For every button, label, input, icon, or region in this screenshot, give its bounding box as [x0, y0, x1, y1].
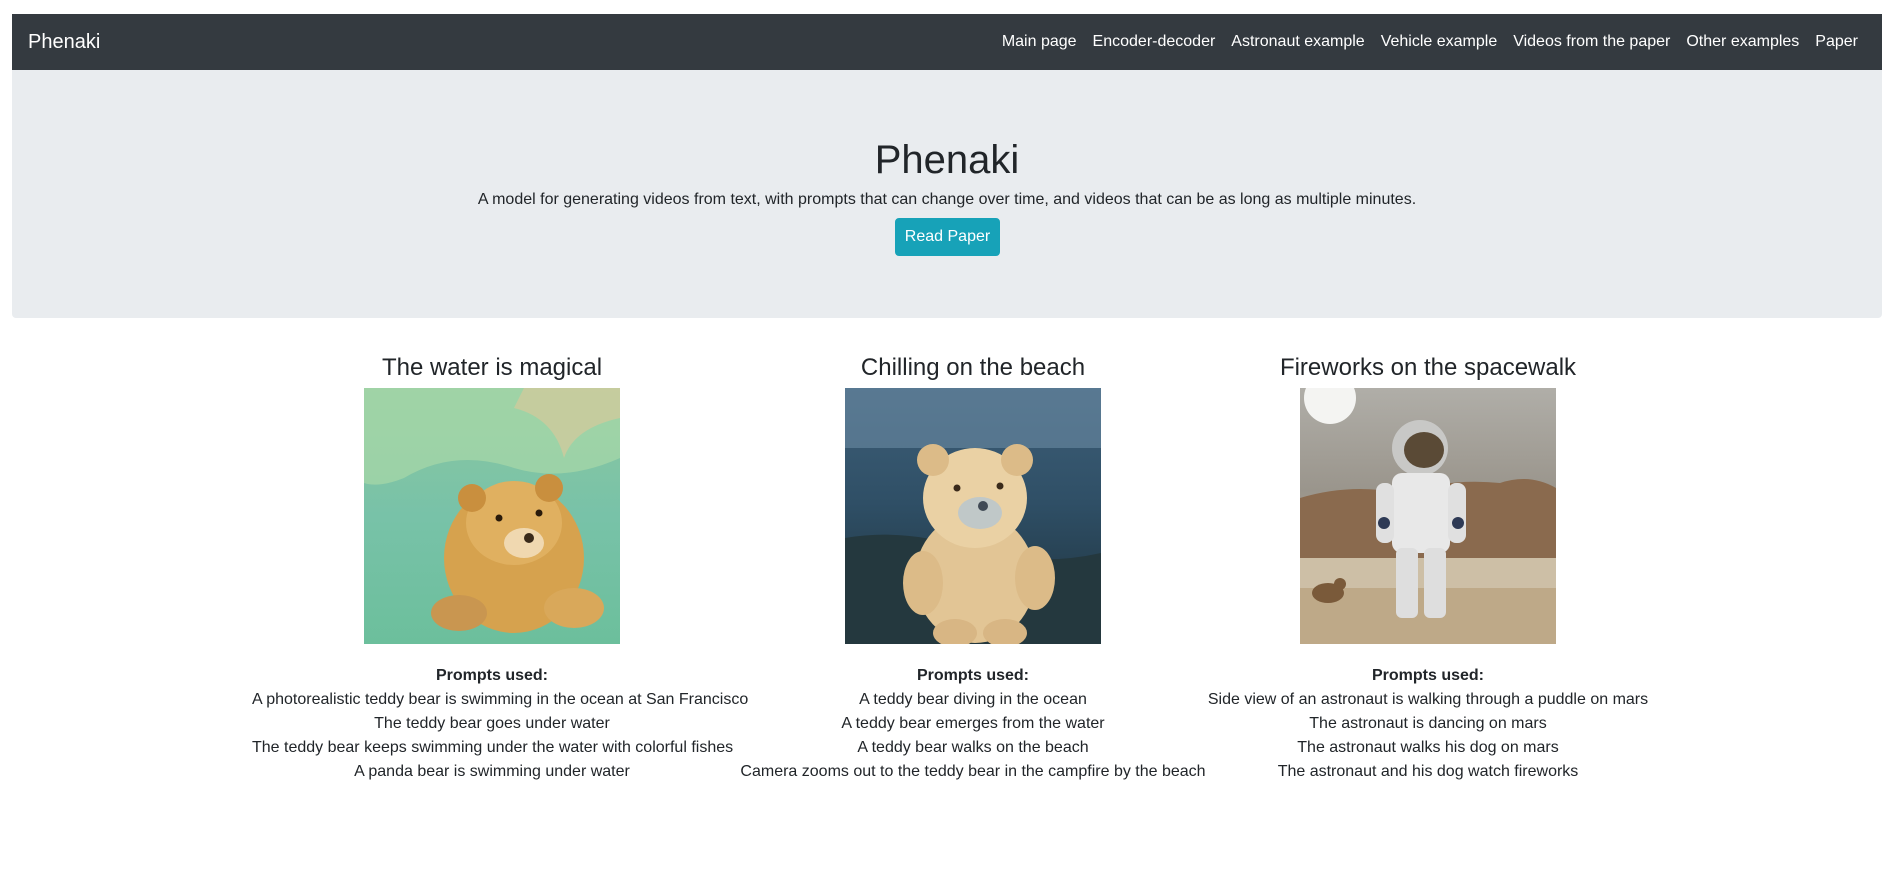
- prompt-line: The teddy bear keeps swimming under the …: [252, 739, 734, 756]
- nav-link-paper[interactable]: Paper: [1807, 33, 1866, 51]
- prompts-list: Prompts used: Side view of an astronaut …: [1188, 664, 1668, 784]
- nav-link-videos-from-paper[interactable]: Videos from the paper: [1505, 33, 1678, 51]
- video-teddy-bear-beach[interactable]: [845, 388, 1101, 644]
- video-card-water: The water is magical Prompts used: A pho…: [252, 352, 749, 784]
- hero-jumbotron: Phenaki A model for generating videos fr…: [12, 70, 1882, 318]
- brand-link[interactable]: Phenaki: [28, 31, 100, 54]
- page-title: Phenaki: [874, 138, 1020, 182]
- prompts-list: Prompts used: A photorealistic teddy bea…: [252, 664, 749, 784]
- prompts-label: Prompts used:: [1371, 667, 1484, 684]
- teddy-bear-beach-image: [845, 388, 1101, 644]
- video-teddy-bear-underwater[interactable]: [364, 388, 620, 644]
- read-paper-button[interactable]: Read Paper: [895, 218, 1000, 256]
- prompt-line: The astronaut and his dog watch firework…: [1277, 763, 1579, 780]
- nav-links: Main page Encoder-decoder Astronaut exam…: [994, 33, 1866, 51]
- prompts-label: Prompts used:: [916, 667, 1029, 684]
- prompt-line: A teddy bear diving in the ocean: [859, 691, 1087, 708]
- prompt-line: A teddy bear emerges from the water: [841, 715, 1105, 732]
- card-title: Fireworks on the spacewalk: [1279, 354, 1577, 381]
- video-astronaut-mars[interactable]: [1300, 388, 1556, 644]
- prompts-list: Prompts used: A teddy bear diving in the…: [733, 664, 1213, 784]
- nav-link-other-examples[interactable]: Other examples: [1678, 33, 1807, 51]
- prompt-line: Side view of an astronaut is walking thr…: [1207, 691, 1649, 708]
- video-card-spacewalk: Fireworks on the spacewalk Prompts used:…: [1188, 352, 1668, 784]
- nav-link-astronaut-example[interactable]: Astronaut example: [1223, 33, 1372, 51]
- video-card-beach: Chilling on the beach Prompts used: A te…: [733, 352, 1213, 784]
- prompt-line: The astronaut is dancing on mars: [1309, 715, 1547, 732]
- prompt-line: The teddy bear goes under water: [374, 715, 610, 732]
- nav-link-encoder-decoder[interactable]: Encoder-decoder: [1085, 33, 1224, 51]
- prompt-line: A photorealistic teddy bear is swimming …: [252, 691, 749, 708]
- card-title: The water is magical: [381, 354, 603, 381]
- nav-link-vehicle-example[interactable]: Vehicle example: [1373, 33, 1506, 51]
- hero-subtitle: A model for generating videos from text,…: [477, 191, 1417, 208]
- nav-link-main-page[interactable]: Main page: [994, 33, 1085, 51]
- navbar: Phenaki Main page Encoder-decoder Astron…: [12, 14, 1882, 70]
- astronaut-mars-image: [1300, 388, 1556, 644]
- prompts-label: Prompts used:: [435, 667, 548, 684]
- teddy-bear-underwater-image: [364, 388, 620, 644]
- prompt-line: A teddy bear walks on the beach: [857, 739, 1089, 756]
- prompt-line: A panda bear is swimming under water: [354, 763, 630, 780]
- prompt-line: The astronaut walks his dog on mars: [1297, 739, 1559, 756]
- prompt-line: Camera zooms out to the teddy bear in th…: [740, 763, 1206, 780]
- card-title: Chilling on the beach: [860, 354, 1086, 381]
